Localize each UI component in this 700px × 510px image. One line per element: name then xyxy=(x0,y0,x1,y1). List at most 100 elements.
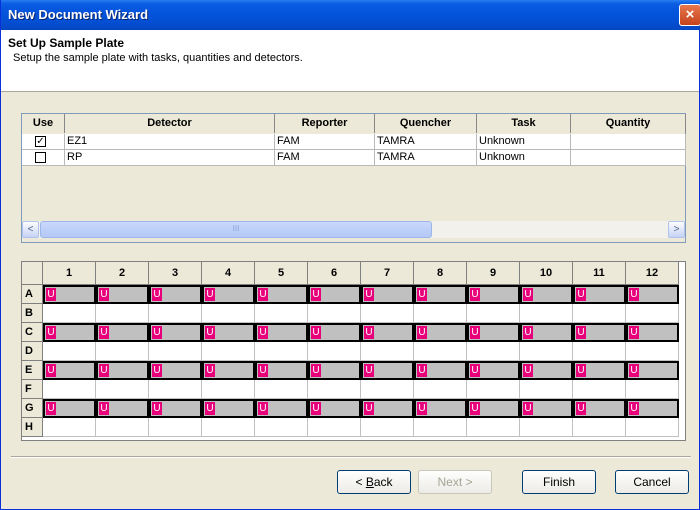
column-header-use[interactable]: Use xyxy=(22,114,65,133)
plate-corner[interactable] xyxy=(22,262,43,285)
plate-well[interactable]: U xyxy=(361,323,414,342)
plate-well[interactable]: U xyxy=(626,285,679,304)
detector-cell[interactable]: RP xyxy=(65,150,275,166)
use-checkbox[interactable]: ✓ xyxy=(35,136,46,147)
plate-well[interactable]: U xyxy=(414,323,467,342)
plate-well[interactable]: U xyxy=(520,361,573,380)
column-header-quencher[interactable]: Quencher xyxy=(375,114,477,133)
task-cell[interactable]: Unknown xyxy=(477,150,571,166)
task-cell[interactable]: Unknown xyxy=(477,134,571,150)
plate-well[interactable]: U xyxy=(149,323,202,342)
plate-well[interactable]: U xyxy=(467,361,520,380)
plate-well[interactable]: U xyxy=(308,399,361,418)
plate-well[interactable]: U xyxy=(573,399,626,418)
plate-well[interactable]: U xyxy=(43,361,96,380)
plate-well[interactable]: U xyxy=(43,399,96,418)
plate-well[interactable] xyxy=(573,342,626,361)
plate-well[interactable] xyxy=(414,418,467,437)
column-header-detector[interactable]: Detector xyxy=(65,114,275,133)
plate-well[interactable] xyxy=(43,304,96,323)
plate-well[interactable] xyxy=(573,418,626,437)
plate-well[interactable]: U xyxy=(43,323,96,342)
quantity-cell[interactable] xyxy=(571,150,686,166)
plate-well[interactable] xyxy=(361,418,414,437)
plate-well[interactable] xyxy=(626,304,679,323)
plate-well[interactable]: U xyxy=(255,285,308,304)
plate-well[interactable] xyxy=(255,380,308,399)
plate-well[interactable]: U xyxy=(255,399,308,418)
plate-well[interactable] xyxy=(149,342,202,361)
plate-well[interactable]: U xyxy=(202,285,255,304)
plate-well[interactable] xyxy=(626,342,679,361)
plate-well[interactable] xyxy=(149,380,202,399)
plate-well[interactable] xyxy=(308,304,361,323)
plate-well[interactable]: U xyxy=(149,399,202,418)
plate-well[interactable]: U xyxy=(573,323,626,342)
plate-well[interactable] xyxy=(255,304,308,323)
plate-well[interactable]: U xyxy=(96,399,149,418)
use-checkbox[interactable] xyxy=(35,152,46,163)
column-header-task[interactable]: Task xyxy=(477,114,571,133)
plate-well[interactable] xyxy=(43,380,96,399)
table-row[interactable]: RP FAM TAMRA Unknown xyxy=(22,150,686,166)
plate-well[interactable] xyxy=(361,342,414,361)
back-button[interactable]: < Back xyxy=(337,470,411,494)
plate-row-header[interactable]: G xyxy=(22,399,43,418)
plate-well[interactable]: U xyxy=(361,361,414,380)
plate-column-header[interactable]: 6 xyxy=(308,262,361,285)
plate-column-header[interactable]: 1 xyxy=(43,262,96,285)
plate-column-header[interactable]: 3 xyxy=(149,262,202,285)
plate-well[interactable] xyxy=(202,380,255,399)
plate-well[interactable]: U xyxy=(467,285,520,304)
plate-well[interactable] xyxy=(255,418,308,437)
plate-well[interactable]: U xyxy=(414,399,467,418)
scroll-thumb[interactable]: III xyxy=(40,221,432,238)
plate-well[interactable] xyxy=(361,380,414,399)
plate-well[interactable]: U xyxy=(308,323,361,342)
plate-well[interactable]: U xyxy=(308,361,361,380)
plate-well[interactable]: U xyxy=(43,285,96,304)
plate-well[interactable] xyxy=(43,342,96,361)
next-button[interactable]: Next > xyxy=(418,470,492,494)
plate-well[interactable]: U xyxy=(96,285,149,304)
plate-well[interactable] xyxy=(149,418,202,437)
plate-well[interactable]: U xyxy=(520,323,573,342)
plate-well[interactable]: U xyxy=(467,399,520,418)
plate-well[interactable] xyxy=(96,380,149,399)
plate-well[interactable] xyxy=(202,418,255,437)
plate-well[interactable] xyxy=(43,418,96,437)
plate-well[interactable] xyxy=(467,418,520,437)
plate-row-header[interactable]: A xyxy=(22,285,43,304)
plate-well[interactable]: U xyxy=(202,323,255,342)
plate-row-header[interactable]: B xyxy=(22,304,43,323)
plate-well[interactable] xyxy=(96,304,149,323)
plate-well[interactable] xyxy=(520,304,573,323)
plate-column-header[interactable]: 10 xyxy=(520,262,573,285)
plate-well[interactable]: U xyxy=(626,399,679,418)
plate-well[interactable] xyxy=(467,342,520,361)
plate-column-header[interactable]: 11 xyxy=(573,262,626,285)
quantity-cell[interactable] xyxy=(571,134,686,150)
plate-well[interactable] xyxy=(573,380,626,399)
plate-row-header[interactable]: C xyxy=(22,323,43,342)
plate-well[interactable]: U xyxy=(255,361,308,380)
plate-well[interactable] xyxy=(308,418,361,437)
plate-row-header[interactable]: D xyxy=(22,342,43,361)
plate-column-header[interactable]: 4 xyxy=(202,262,255,285)
column-header-reporter[interactable]: Reporter xyxy=(275,114,375,133)
plate-well[interactable]: U xyxy=(149,285,202,304)
plate-well[interactable]: U xyxy=(573,285,626,304)
plate-well[interactable] xyxy=(520,342,573,361)
plate-well[interactable] xyxy=(255,342,308,361)
plate-well[interactable]: U xyxy=(414,285,467,304)
plate-well[interactable] xyxy=(202,304,255,323)
close-button[interactable]: × xyxy=(679,4,700,26)
plate-well[interactable]: U xyxy=(202,361,255,380)
plate-row-header[interactable]: E xyxy=(22,361,43,380)
plate-well[interactable] xyxy=(202,342,255,361)
plate-column-header[interactable]: 7 xyxy=(361,262,414,285)
plate-well[interactable] xyxy=(520,380,573,399)
plate-well[interactable] xyxy=(149,304,202,323)
column-header-quantity[interactable]: Quantity xyxy=(571,114,686,133)
plate-row-header[interactable]: H xyxy=(22,418,43,437)
